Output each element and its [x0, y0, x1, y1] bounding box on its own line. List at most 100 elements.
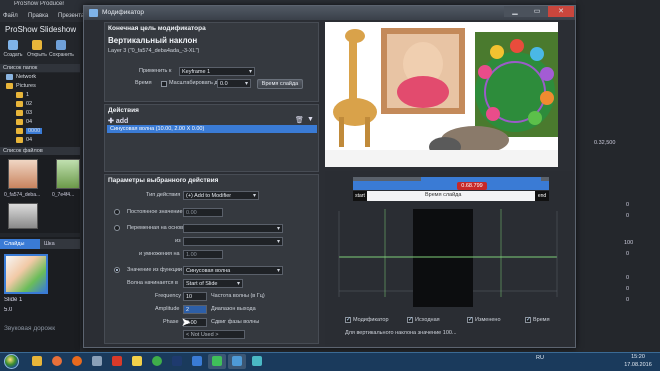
tab-slides[interactable]: Слайды	[0, 239, 40, 249]
open-label: Открыть	[27, 52, 47, 58]
preview-image	[325, 22, 558, 167]
not-used-field[interactable]: < Not Used >	[183, 330, 245, 339]
start-button[interactable]	[4, 354, 19, 369]
scale-select[interactable]: 0.0	[217, 79, 251, 88]
taskbar-app[interactable]	[128, 354, 146, 369]
taskbar-app[interactable]	[248, 354, 266, 369]
file-thumbnail[interactable]	[8, 203, 38, 229]
time-label: Время	[135, 80, 152, 86]
right-value-row[interactable]: 100	[578, 240, 658, 249]
tree-item-folder[interactable]: 04	[0, 118, 80, 127]
right-value-row[interactable]: 0	[578, 213, 658, 222]
start-marker[interactable]: start	[353, 191, 367, 201]
taskbar-yandex[interactable]	[108, 354, 126, 369]
taskbar-camtasia[interactable]	[208, 354, 226, 369]
dialog-app-icon	[89, 9, 98, 17]
frequency-input[interactable]: 10	[183, 292, 207, 301]
right-value-row[interactable]: 0	[578, 202, 658, 211]
add-action-button[interactable]: ✚ add	[108, 117, 128, 125]
right-value-row[interactable]: 0	[578, 251, 658, 260]
tree-item-folder[interactable]: 1	[0, 91, 80, 100]
function-select[interactable]: Синусовая волна	[183, 266, 283, 275]
action-type-select[interactable]: (+) Add to Modifier	[183, 191, 259, 200]
folder-open-icon	[32, 40, 42, 50]
close-button[interactable]: ✕	[548, 6, 574, 17]
file-name: 0_7e4f4...	[52, 192, 75, 198]
language-indicator[interactable]: RU	[536, 355, 544, 361]
legend-time-checkbox[interactable]	[525, 316, 531, 323]
taskbar-chrome[interactable]	[148, 354, 166, 369]
app-icon	[132, 356, 142, 366]
wave-start-select[interactable]: Start of Slide	[183, 279, 243, 288]
apply-to-select[interactable]: Keyframe 1	[179, 67, 255, 76]
variable-select[interactable]	[183, 224, 283, 233]
delete-action-icon[interactable]: 🗑	[295, 116, 304, 124]
right-value-row[interactable]: 0	[578, 275, 658, 284]
phase-unit: Сдвиг фазы волны	[211, 319, 260, 325]
const-radio[interactable]	[114, 209, 120, 215]
modifier-graph[interactable]	[325, 205, 573, 311]
tree-item-folder[interactable]: 03	[0, 109, 80, 118]
multiply-input[interactable]: 1.00	[183, 250, 223, 259]
variable-radio[interactable]	[114, 225, 120, 231]
slide-time-button[interactable]: Время слайда	[257, 79, 303, 89]
taskbar-proshow[interactable]	[228, 354, 246, 369]
folder-icon	[32, 356, 42, 366]
from-select[interactable]	[183, 237, 283, 246]
taskbar-media[interactable]	[48, 354, 66, 369]
phase-label: Phase	[163, 319, 179, 325]
move-down-icon[interactable]: ▼	[307, 116, 314, 123]
action-list-item[interactable]: Синусовая волна (10.00, 2.00 X 0.00)	[107, 125, 317, 133]
taskbar-clock[interactable]: 15:20 17.08.2016	[620, 353, 656, 370]
dialog-title-bar[interactable]: Модификатор ▁ ▭ ✕	[84, 6, 575, 20]
camtasia-icon	[212, 356, 222, 366]
maximize-button[interactable]: ▭	[526, 6, 548, 17]
action-type-label: Тип действия	[146, 192, 181, 198]
audio-track-label: Звуковая дорожк	[4, 325, 56, 332]
menu-file[interactable]: Файл	[3, 13, 18, 19]
timeline-bar[interactable]	[353, 181, 549, 190]
save-label: Сохранить	[49, 52, 74, 58]
taskbar-firefox[interactable]	[68, 354, 86, 369]
tree-item-folder[interactable]: 02	[0, 100, 80, 109]
file-list[interactable]: 0_fa574_deba... 0_7e4f4...	[0, 155, 80, 233]
create-label: Создать	[3, 52, 23, 58]
clock-date: 17.08.2016	[624, 362, 652, 368]
tree-item-folder-selected[interactable]: 0000	[0, 127, 80, 136]
right-value-row[interactable]: 0	[578, 297, 658, 306]
tree-item-pictures[interactable]: Pictures	[0, 82, 80, 91]
taskbar-app[interactable]	[188, 354, 206, 369]
app-icon	[252, 356, 262, 366]
tree-item-folder[interactable]: 04	[0, 136, 80, 145]
files-panel-title: Список файлов	[0, 147, 80, 155]
folder-panel-title: Список папок	[0, 64, 80, 72]
slide-preview[interactable]	[325, 22, 558, 167]
time-badge: 0.68.799	[457, 182, 487, 190]
const-input[interactable]: 0.00	[183, 208, 223, 217]
minimize-button[interactable]: ▁	[504, 6, 526, 17]
slide-thumbnail[interactable]	[4, 254, 48, 294]
amplitude-input[interactable]: 2	[183, 305, 207, 314]
bottom-note: Для вертикального наклона значение 100..…	[345, 330, 457, 336]
tab-timeline[interactable]: Шка	[40, 239, 80, 249]
legend-modifier-checkbox[interactable]	[345, 316, 351, 323]
file-thumbnail[interactable]	[8, 159, 38, 189]
legend-time: Время	[533, 317, 550, 323]
apply-label: Применить к	[139, 68, 172, 74]
target-name: Вертикальный наклон	[108, 36, 198, 45]
file-thumbnail[interactable]	[56, 159, 80, 189]
scale-checkbox[interactable]	[161, 81, 167, 87]
legend-changed-checkbox[interactable]	[467, 316, 473, 323]
tree-item-network[interactable]: Network	[0, 73, 80, 82]
taskbar-explorer[interactable]	[28, 354, 46, 369]
photoshop-icon	[172, 356, 182, 366]
legend-source-checkbox[interactable]	[407, 316, 413, 323]
end-marker[interactable]: end	[535, 191, 549, 201]
taskbar-app[interactable]	[88, 354, 106, 369]
right-value-row[interactable]: 0	[578, 286, 658, 295]
folder-tree[interactable]: Network Pictures 1 02 03 04 0000 04	[0, 73, 80, 151]
function-radio[interactable]	[114, 267, 120, 273]
menu-edit[interactable]: Правка	[28, 13, 48, 19]
target-section: Конечная цель модификатора Вертикальный …	[104, 22, 319, 102]
taskbar-photoshop[interactable]	[168, 354, 186, 369]
